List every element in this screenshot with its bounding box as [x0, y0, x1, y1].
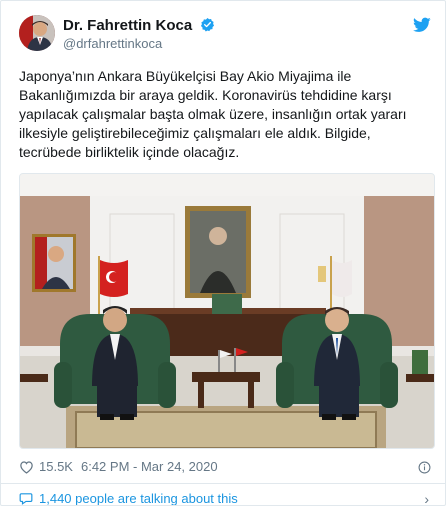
info-icon[interactable]: [418, 461, 431, 474]
twitter-bird-icon[interactable]: [413, 17, 431, 33]
divider: [1, 483, 445, 484]
tweet-text: Japonya’nın Ankara Büyükelçisi Bay Akio …: [19, 68, 407, 160]
avatar[interactable]: [19, 15, 55, 51]
verified-badge-icon: [201, 17, 215, 32]
author-handle[interactable]: @drfahrettinkoca: [63, 36, 162, 51]
tweet-meta: 15.5K 6:42 PM - Mar 24, 2020: [19, 459, 218, 474]
meeting-photo: [20, 174, 434, 448]
date-separator: -: [129, 459, 141, 474]
heart-icon[interactable]: [19, 460, 34, 474]
tweet-date: Mar 24, 2020: [140, 459, 218, 474]
author-name[interactable]: Dr. Fahrettin Koca: [63, 17, 215, 34]
chevron-right-icon[interactable]: ›: [424, 491, 429, 505]
like-count[interactable]: 15.5K: [39, 459, 73, 474]
tweet-photo[interactable]: [19, 173, 435, 449]
tweet-card: Dr. Fahrettin Koca @drfahrettinkoca Japo…: [0, 0, 446, 506]
conversation-label: 1,440 people are talking about this: [39, 491, 238, 506]
conversation-link[interactable]: 1,440 people are talking about this: [19, 491, 238, 506]
tweet-time: 6:42 PM: [80, 459, 130, 474]
comment-icon: [19, 493, 33, 505]
tweet-timestamp[interactable]: 6:42 PM - Mar 24, 2020: [81, 459, 218, 474]
author-name-text: Dr. Fahrettin Koca: [63, 17, 193, 34]
avatar-image: [19, 15, 55, 51]
